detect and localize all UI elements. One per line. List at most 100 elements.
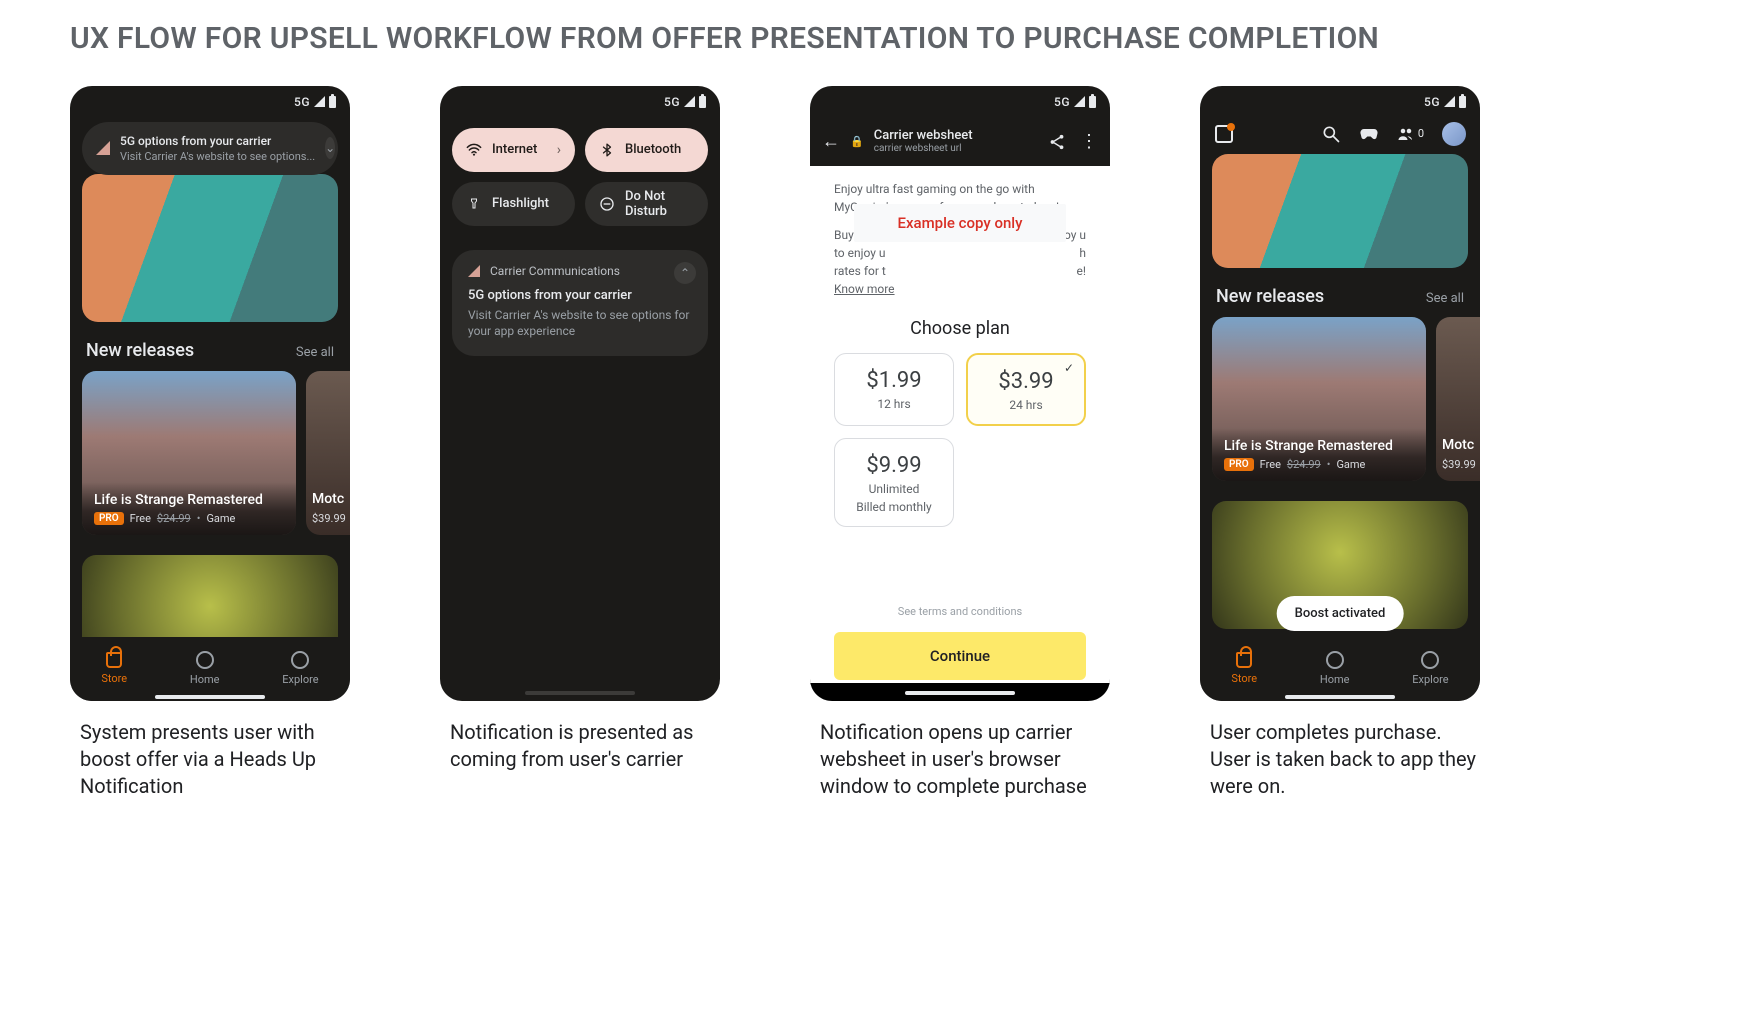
choose-plan-title: Choose plan <box>810 318 1110 339</box>
continue-button[interactable]: Continue <box>834 632 1086 680</box>
nav-label: Store <box>1231 672 1257 685</box>
heads-up-notification[interactable]: 5G options from your carrier Visit Carri… <box>82 122 338 175</box>
flow-row: 5G 5G options from your carrier Visit Ca… <box>70 86 1690 800</box>
wifi-icon <box>466 142 482 158</box>
store-icon <box>1236 652 1252 668</box>
qs-flashlight[interactable]: Flashlight <box>452 182 575 226</box>
websheet-body: Enjoy ultra fast gaming on the go with M… <box>810 166 1110 701</box>
battery-icon <box>1459 96 1466 108</box>
caption-2: Notification is presented as coming from… <box>440 719 720 773</box>
nav-label: Store <box>101 672 127 685</box>
hero-banner[interactable] <box>82 174 338 322</box>
friends-number: 0 <box>1418 127 1424 140</box>
chevron-up-icon[interactable]: ⌃ <box>674 262 696 284</box>
nav-home[interactable]: Home <box>1320 651 1350 686</box>
copy-line-2b: to enjoy u <box>834 246 886 260</box>
network-label: 5G <box>1054 95 1070 109</box>
share-icon[interactable] <box>1048 133 1066 151</box>
notification-card[interactable]: Carrier Communications ⌃ 5G options from… <box>452 250 708 357</box>
plan-price: $9.99 <box>843 453 945 478</box>
section-title: New releases <box>86 340 194 361</box>
store-topbar: 0 <box>1200 118 1480 154</box>
chevron-down-icon[interactable]: ⌄ <box>325 137 335 159</box>
back-icon[interactable]: ← <box>822 131 840 152</box>
notification-app-name: Carrier Communications <box>490 264 620 278</box>
more-icon[interactable]: ⋮ <box>1080 133 1098 151</box>
notification-body: Visit Carrier A's website to see options… <box>468 307 692 341</box>
network-label: 5G <box>294 95 310 109</box>
bottom-black-bar <box>810 683 1110 701</box>
phone-frame-2: 5G Internet › Bluetooth <box>440 86 720 701</box>
card-title: Life is Strange Remastered <box>94 492 284 508</box>
qs-label: Bluetooth <box>625 142 681 157</box>
caption-1: System presents user with boost offer vi… <box>70 719 350 800</box>
nav-store[interactable]: Store <box>101 652 127 685</box>
game-card-1[interactable]: Life is Strange Remastered PRO Free $24.… <box>82 371 296 535</box>
qs-label: Internet <box>492 142 537 157</box>
friends-count[interactable]: 0 <box>1397 127 1424 141</box>
qs-label: Flashlight <box>492 196 549 211</box>
network-label: 5G <box>664 95 680 109</box>
nav-home[interactable]: Home <box>190 651 220 686</box>
nav-explore[interactable]: Explore <box>1412 651 1448 686</box>
websheet-header: ← 🔒 Carrier websheet carrier websheet ur… <box>810 118 1110 166</box>
card2-price: $39.99 <box>1442 458 1476 471</box>
section-title: New releases <box>1216 286 1324 307</box>
category-label: Game <box>1336 458 1365 471</box>
gift-icon[interactable] <box>1214 124 1234 144</box>
boost-activated-toast: Boost activated <box>1277 596 1404 631</box>
flashlight-icon <box>466 196 482 212</box>
section-header: New releases See all <box>70 332 350 371</box>
gesture-bar <box>905 691 1015 695</box>
terms-link[interactable]: See terms and conditions <box>810 605 1110 618</box>
nav-label: Explore <box>282 673 318 686</box>
network-label: 5G <box>1424 95 1440 109</box>
separator-dot: • <box>1327 458 1331 471</box>
battery-icon <box>329 96 336 108</box>
copy-line-2c: rates for t <box>834 264 886 278</box>
nav-explore[interactable]: Explore <box>282 651 318 686</box>
see-all-link[interactable]: See all <box>1426 291 1464 306</box>
notification-title: 5G options from your carrier <box>468 288 692 303</box>
websheet-url: carrier websheet url <box>874 143 973 154</box>
qs-bluetooth[interactable]: Bluetooth <box>585 128 708 172</box>
hero-banner[interactable] <box>1212 154 1468 268</box>
avatar[interactable] <box>1442 122 1466 146</box>
signal-icon <box>1444 96 1455 107</box>
nav-label: Home <box>190 673 220 686</box>
flow-step-2: 5G Internet › Bluetooth <box>440 86 720 773</box>
see-all-link[interactable]: See all <box>296 345 334 360</box>
plan-option-2[interactable]: ✓ $3.99 24 hrs <box>966 353 1086 426</box>
phone-frame-4: 5G 0 New releases <box>1200 86 1480 701</box>
plan-option-1[interactable]: $1.99 12 hrs <box>834 353 954 426</box>
game-card-2[interactable]: Motc $39.99 <box>306 371 350 535</box>
plan-price: $1.99 <box>843 368 945 393</box>
gesture-bar <box>525 691 635 695</box>
signal-icon <box>314 96 325 107</box>
free-label: Free <box>1260 458 1281 471</box>
nav-store[interactable]: Store <box>1231 652 1257 685</box>
check-icon: ✓ <box>1062 361 1076 375</box>
game-card-1[interactable]: Life is Strange Remastered PRO Free $24.… <box>1212 317 1426 481</box>
qs-internet[interactable]: Internet › <box>452 128 575 172</box>
nav-label: Explore <box>1412 673 1448 686</box>
bottom-nav: Store Home Explore <box>1200 637 1480 701</box>
category-label: Game <box>206 512 235 525</box>
example-copy-overlay: Example copy only <box>854 204 1066 243</box>
plan-option-3[interactable]: $9.99 Unlimited Billed monthly <box>834 438 954 527</box>
plan-duration: 24 hrs <box>976 398 1076 412</box>
game-card-2[interactable]: Motc $39.99 <box>1436 317 1480 481</box>
section-header: New releases See all <box>1200 278 1480 317</box>
controller-icon[interactable] <box>1359 124 1379 144</box>
phone-frame-1: 5G 5G options from your carrier Visit Ca… <box>70 86 350 701</box>
battery-icon <box>1089 96 1096 108</box>
search-icon[interactable] <box>1321 124 1341 144</box>
statusbar: 5G <box>440 86 720 118</box>
free-label: Free <box>130 512 151 525</box>
websheet-title: Carrier websheet <box>874 129 973 143</box>
card-row: Life is Strange Remastered PRO Free $24.… <box>70 371 350 535</box>
know-more-link[interactable]: Know more <box>834 282 895 296</box>
statusbar: 5G <box>810 86 1110 118</box>
flow-step-3: 5G ← 🔒 Carrier websheet carrier websheet… <box>810 86 1110 800</box>
qs-dnd[interactable]: Do Not Disturb <box>585 182 708 226</box>
